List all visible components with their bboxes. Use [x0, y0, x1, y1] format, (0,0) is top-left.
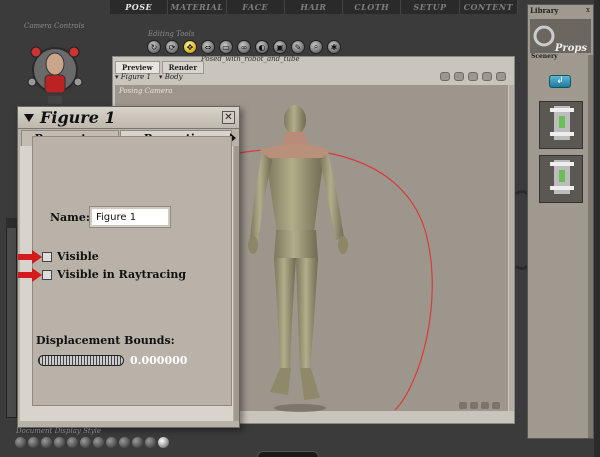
raytracing-checkbox[interactable]: [42, 269, 52, 280]
left-sidebar-cap: [6, 218, 17, 228]
panel-title: Figure 1: [40, 108, 116, 127]
display-style-button[interactable]: [15, 437, 26, 448]
library-title: Library: [530, 6, 559, 15]
panel-scrollbar[interactable]: [234, 146, 239, 421]
close-icon[interactable]: ✕: [222, 111, 235, 124]
raytracing-row[interactable]: Visible in Raytracing: [42, 268, 186, 281]
library-item-thumbnail: [550, 160, 574, 194]
display-style-button[interactable]: [158, 437, 169, 448]
displacement-bounds-label: Displacement Bounds:: [36, 334, 175, 347]
library-close-icon[interactable]: x: [586, 6, 590, 14]
library-scrollbar[interactable]: [588, 55, 593, 438]
library-category-label: Props: [554, 43, 587, 54]
display-style-button[interactable]: [67, 437, 78, 448]
bottom-handle[interactable]: [257, 451, 319, 457]
library-category-header[interactable]: Props: [530, 19, 591, 54]
raytracing-label: Visible in Raytracing: [57, 268, 187, 281]
props-category-icon: [533, 25, 555, 47]
library-item[interactable]: [539, 101, 583, 149]
displacement-dial[interactable]: [38, 355, 124, 366]
display-style-button[interactable]: [106, 437, 117, 448]
name-field[interactable]: [89, 206, 171, 228]
display-style-button[interactable]: [119, 437, 130, 448]
library-item[interactable]: [539, 155, 583, 203]
collapse-triangle-icon[interactable]: [24, 114, 34, 122]
name-label: Name:: [50, 211, 90, 224]
display-style-button[interactable]: [93, 437, 104, 448]
visible-row[interactable]: Visible: [42, 250, 99, 263]
panel-header[interactable]: Figure 1 ✕: [18, 107, 239, 129]
displacement-value[interactable]: 0.000000: [130, 354, 187, 367]
figure-properties-panel: Figure 1 ✕ Parameters Properties Name: V…: [17, 106, 240, 428]
document-display-style-row: [15, 437, 169, 448]
library-item-thumbnail: [550, 106, 574, 140]
visible-label: Visible: [57, 250, 99, 263]
visible-checkbox[interactable]: [42, 251, 52, 262]
display-style-button[interactable]: [145, 437, 156, 448]
display-style-button[interactable]: [54, 437, 65, 448]
display-style-button[interactable]: [80, 437, 91, 448]
display-style-button[interactable]: [28, 437, 39, 448]
library-subcategory: Scenery: [531, 53, 558, 60]
display-style-button[interactable]: [41, 437, 52, 448]
display-style-button[interactable]: [132, 437, 143, 448]
library-panel: Library x Props Scenery ↲: [527, 4, 594, 439]
library-back-icon[interactable]: ↲: [549, 75, 571, 88]
document-display-style-label: Document Display Style: [16, 427, 102, 435]
left-sidebar-strip: [6, 218, 17, 418]
